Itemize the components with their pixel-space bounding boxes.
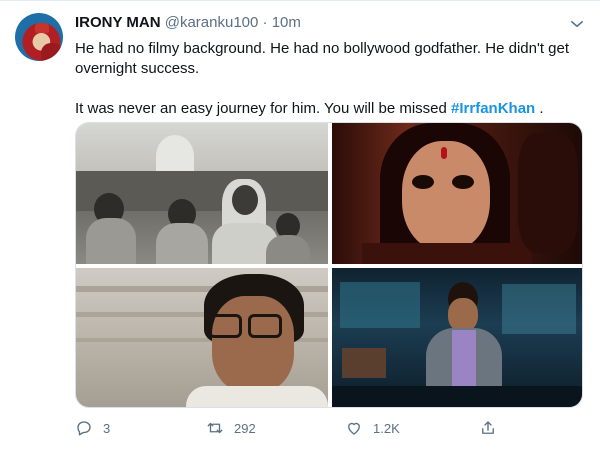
author-name[interactable]: IRONY MAN — [75, 14, 161, 31]
retweet-button[interactable]: 292 — [206, 417, 256, 439]
share-button[interactable] — [479, 417, 507, 439]
tweet-text-line-1: He had no filmy background. He had no bo… — [75, 40, 570, 77]
tweet-header: IRONY MAN @karanku100 · 10m — [75, 13, 301, 33]
separator-dot: · — [262, 14, 268, 31]
avatar-shoulder — [41, 43, 63, 61]
tweet-text-line-2-suffix: . — [535, 100, 544, 117]
tweet-text: He had no filmy background. He had no bo… — [75, 39, 585, 119]
timestamp[interactable]: 10m — [272, 14, 301, 31]
tweet-text-line-2-prefix: It was never an easy journey for him. Yo… — [75, 100, 452, 117]
author-handle[interactable]: @karanku100 — [165, 14, 259, 31]
like-count: 1.2K — [373, 420, 400, 436]
retweet-count: 292 — [234, 420, 256, 436]
retweet-icon — [207, 422, 223, 434]
media-image-1[interactable] — [76, 123, 328, 264]
reply-icon — [77, 421, 91, 436]
avatar[interactable] — [15, 13, 63, 61]
tweet-card[interactable]: IRONY MAN @karanku100 · 10m He had no fi… — [0, 0, 600, 450]
share-icon — [482, 421, 494, 434]
action-bar: 3 292 1.2K — [75, 413, 555, 443]
hashtag-link[interactable]: #IrrfanKhan — [451, 100, 535, 117]
media-image-4[interactable] — [332, 268, 582, 407]
media-image-3[interactable] — [76, 268, 328, 407]
reply-button[interactable]: 3 — [75, 417, 110, 439]
heart-icon — [348, 422, 360, 435]
media-image-2[interactable] — [332, 123, 582, 264]
reply-count: 3 — [103, 420, 111, 436]
avatar-helmet — [35, 23, 49, 33]
like-button[interactable]: 1.2K — [345, 417, 400, 439]
media-grid — [75, 122, 583, 408]
chevron-down-icon[interactable] — [568, 15, 586, 33]
tweet-text-line-2: It was never an easy journey for him. Yo… — [75, 99, 585, 119]
